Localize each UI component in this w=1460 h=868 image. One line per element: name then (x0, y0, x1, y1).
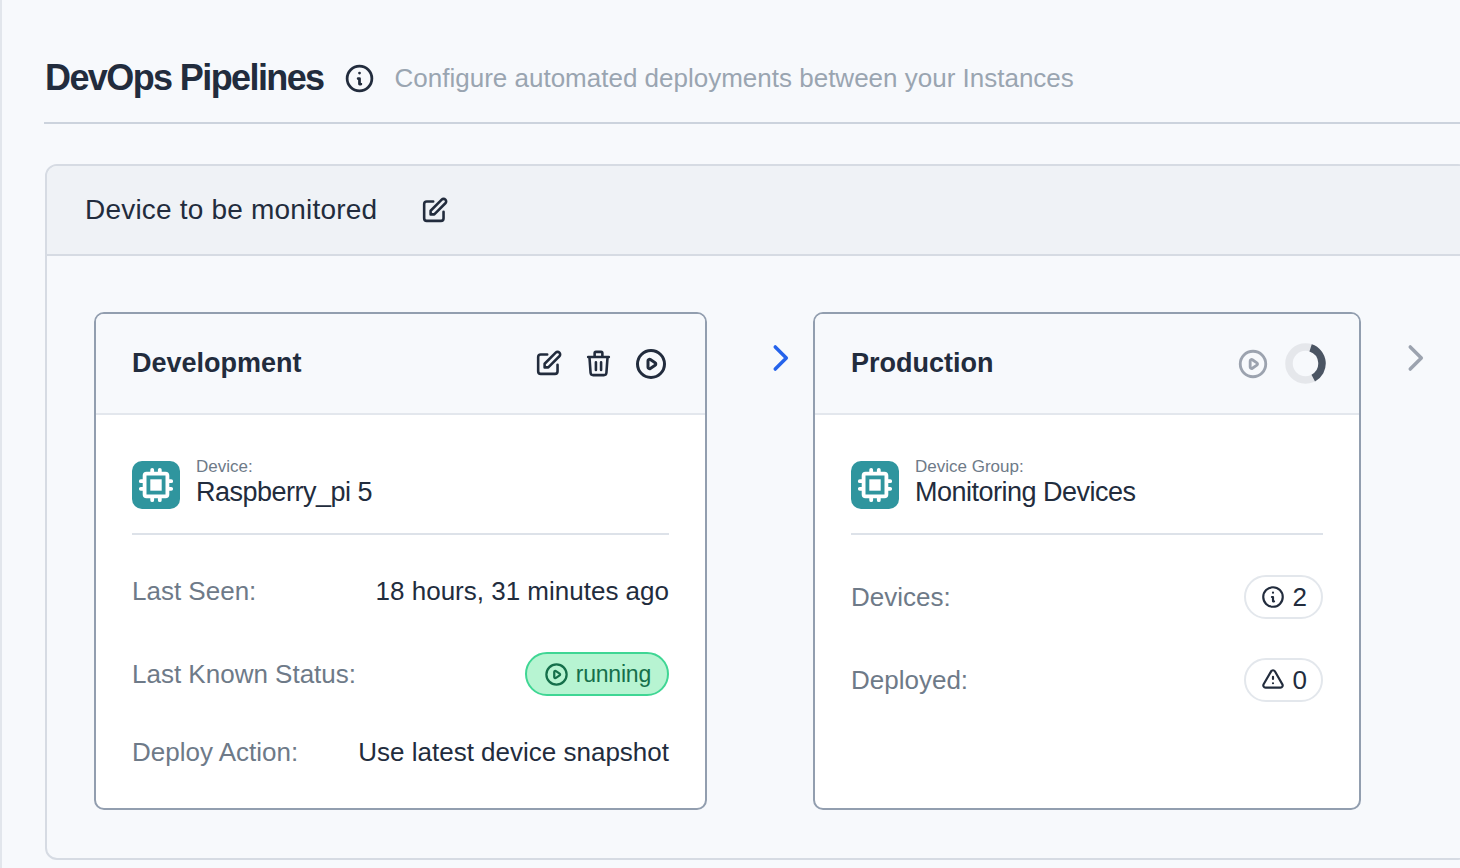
devices-row: Devices: 2 (851, 575, 1323, 619)
device-group-label: Device Group: (915, 457, 1136, 477)
device-label: Device: (196, 457, 372, 477)
pipeline-card: Device to be monitored Development (45, 164, 1460, 860)
trash-icon (583, 348, 614, 379)
page-header: DevOps Pipelines Configure automated dep… (45, 56, 1460, 100)
stage-body: Device: Raspberry_pi 5 Last Seen: 18 hou… (96, 461, 705, 768)
stage-card-development: Development (94, 312, 707, 810)
run-pipeline-stage-button-disabled[interactable] (1236, 347, 1270, 381)
page-title: DevOps Pipelines (45, 56, 324, 100)
row-value: Use latest device snapshot (358, 737, 669, 768)
stage-name: Production (851, 348, 994, 379)
stage-name: Development (132, 348, 302, 379)
run-pipeline-stage-button[interactable] (633, 346, 669, 382)
pencil-square-icon (533, 348, 564, 379)
device-text: Device: Raspberry_pi 5 (196, 457, 372, 507)
count-text: 0 (1293, 665, 1307, 696)
stage-divider (132, 533, 669, 535)
status-text: running (576, 661, 651, 688)
device-text: Device Group: Monitoring Devices (915, 457, 1136, 507)
pencil-square-icon (419, 195, 450, 226)
edit-pipeline-button[interactable] (419, 195, 450, 226)
row-value: 18 hours, 31 minutes ago (376, 576, 669, 607)
chip-icon (856, 466, 894, 504)
warning-triangle-icon (1260, 667, 1286, 693)
row-label: Deploy Action: (132, 737, 298, 768)
loading-spinner-icon (1285, 343, 1326, 384)
devops-pipelines-page: DevOps Pipelines Configure automated dep… (0, 0, 1460, 868)
chevron-right-icon (1396, 339, 1434, 377)
deployed-row: Deployed: 0 (851, 658, 1323, 702)
row-label: Last Known Status: (132, 659, 356, 690)
stage-connector (707, 312, 813, 810)
play-circle-icon (633, 346, 669, 382)
stage-header-production: Production (815, 314, 1359, 415)
pipeline-card-header: Device to be monitored (47, 166, 1460, 256)
row-label: Deployed: (851, 665, 968, 696)
devices-count-badge: 2 (1244, 575, 1323, 619)
stage-actions (1236, 343, 1326, 384)
chevron-right-icon (761, 339, 799, 377)
info-circle-icon[interactable] (343, 62, 376, 95)
stage-header-development: Development (96, 314, 705, 415)
deploy-action-row: Deploy Action: Use latest device snapsho… (132, 736, 669, 768)
device-chip-tile (132, 461, 180, 509)
play-circle-icon (543, 661, 570, 688)
stage-divider (851, 533, 1323, 535)
delete-stage-button[interactable] (583, 348, 614, 379)
page-subtitle: Configure automated deployments between … (395, 62, 1074, 94)
count-text: 2 (1293, 582, 1307, 613)
device-name: Raspberry_pi 5 (196, 477, 372, 507)
deployed-count-badge: 0 (1244, 658, 1323, 702)
play-circle-icon (1236, 347, 1270, 381)
stage-body: Device Group: Monitoring Devices Devices… (815, 461, 1359, 702)
status-badge-running: running (525, 652, 669, 696)
edit-stage-button[interactable] (533, 348, 564, 379)
row-label: Devices: (851, 582, 951, 613)
chip-icon (137, 466, 175, 504)
device-group-row: Device Group: Monitoring Devices (851, 461, 1323, 509)
row-label: Last Seen: (132, 576, 256, 607)
content-left-edge (0, 0, 2, 868)
stage-actions (533, 346, 669, 382)
stage-card-production: Production (813, 312, 1361, 810)
pipeline-name: Device to be monitored (85, 194, 377, 226)
pipeline-stages: Development (94, 312, 1460, 810)
info-circle-icon (1260, 584, 1286, 610)
device-chip-tile (851, 461, 899, 509)
header-divider (44, 122, 1460, 124)
stage-connector-next (1361, 312, 1460, 810)
device-group-name: Monitoring Devices (915, 477, 1136, 507)
last-known-status-row: Last Known Status: running (132, 652, 669, 696)
device-row: Device: Raspberry_pi 5 (132, 461, 669, 509)
last-seen-row: Last Seen: 18 hours, 31 minutes ago (132, 575, 669, 607)
